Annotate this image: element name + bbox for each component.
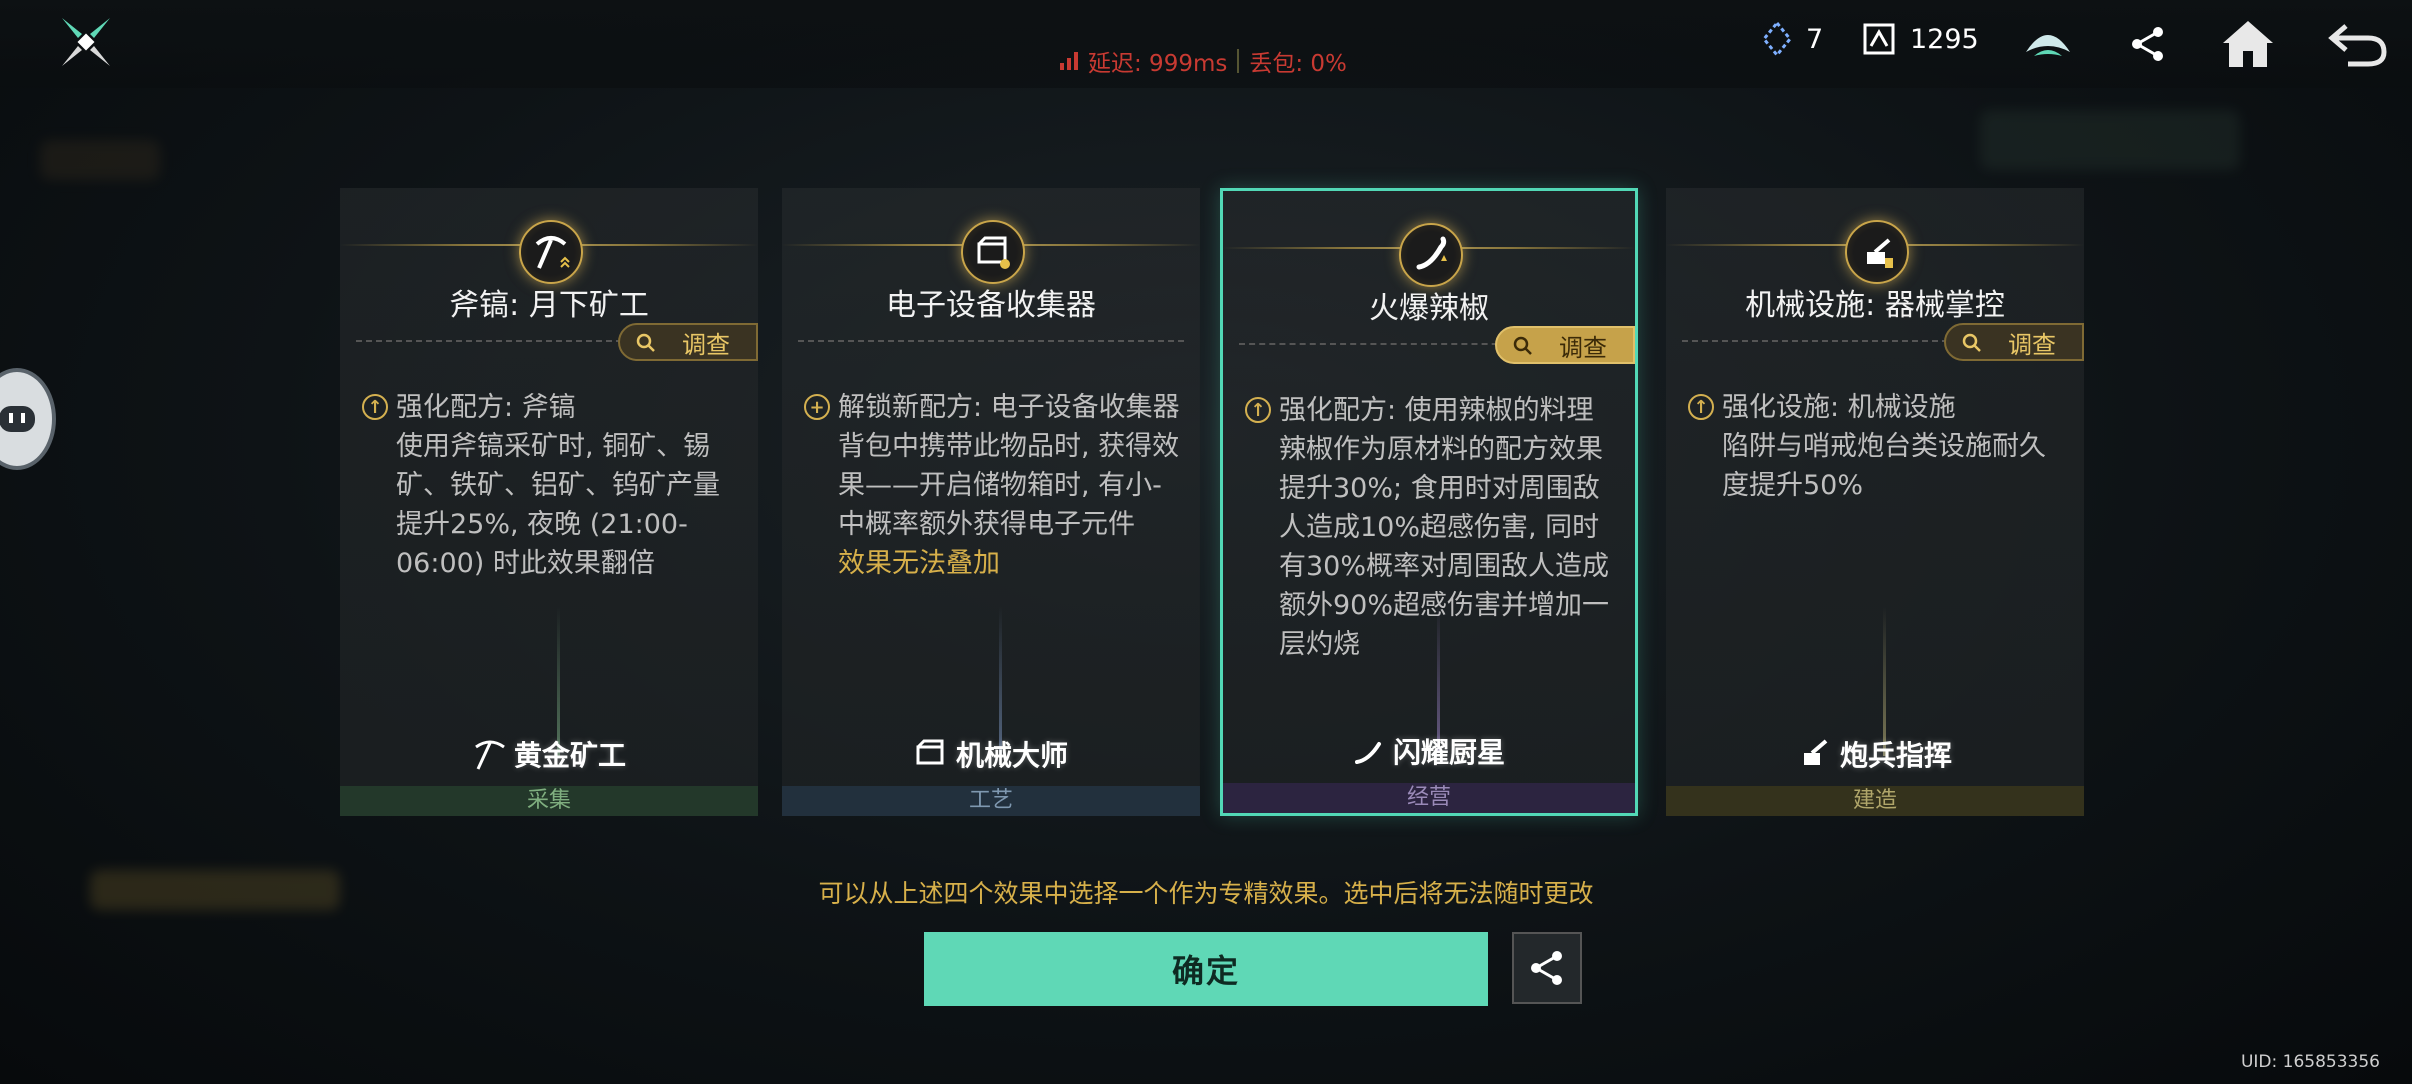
- card-description: ↑ 强化配方: 使用辣椒的料理 辣椒作为原材料的配方效果提升30%; 食用时对周围…: [1245, 391, 1621, 664]
- card-description: ↑ 强化设施: 机械设施 陷阱与哨戒炮台类设施耐久度提升50%: [1688, 388, 2070, 505]
- inspect-button[interactable]: 调查: [618, 323, 758, 361]
- upgrade-icon: ↑: [362, 394, 388, 420]
- crystal-resource: 7: [1762, 22, 1823, 56]
- home-icon[interactable]: [2218, 14, 2278, 74]
- floating-assistant-button[interactable]: [0, 368, 56, 470]
- unlock-plus-icon: +: [804, 394, 830, 420]
- effect-heading: 强化设施: 机械设施: [1722, 392, 1956, 423]
- specialty-card-mining[interactable]: 斧镐: 月下矿工 调查 ↑ 强化配方: 斧镐 使用斧镐采矿时, 铜矿、锡矿、铁矿、…: [340, 188, 758, 816]
- currency-icon: [1863, 23, 1895, 55]
- badge-label: 黄金矿工: [513, 739, 626, 772]
- effect-heading: 强化配方: 斧镐: [396, 392, 576, 423]
- search-icon: [1962, 333, 1981, 352]
- effect-heading: 解锁新配方: 电子设备收集器: [838, 392, 1180, 423]
- crystal-count: 7: [1806, 23, 1824, 55]
- inspect-label: 调查: [1559, 333, 1607, 362]
- title-badge: 机械大师: [782, 734, 1200, 774]
- badge-label: 机械大师: [955, 739, 1068, 772]
- category-label: 工艺: [782, 786, 1200, 816]
- card-title: 斧镐: 月下矿工: [449, 288, 649, 323]
- chili-pepper-icon: [1399, 223, 1463, 287]
- back-icon[interactable]: [2328, 14, 2388, 74]
- search-icon: [636, 333, 655, 352]
- specialty-card-building[interactable]: 机械设施: 器械掌控 调查 ↑ 强化设施: 机械设施 陷阱与哨戒炮台类设施耐久度提…: [1666, 188, 2084, 816]
- divider: [1237, 49, 1240, 73]
- card-title: 火爆辣椒: [1369, 291, 1489, 326]
- signal-icon: [1060, 52, 1078, 70]
- pickaxe-icon: [519, 220, 583, 284]
- inspect-button[interactable]: 调查: [1944, 323, 2084, 361]
- share-button[interactable]: [1512, 932, 1582, 1004]
- inspect-button[interactable]: 调查: [1495, 326, 1635, 364]
- turret-badge-icon: [1803, 739, 1828, 765]
- effect-warning: 效果无法叠加: [838, 548, 1000, 579]
- effect-text: 陷阱与哨戒炮台类设施耐久度提升50%: [1722, 431, 2046, 501]
- title-badge: 闪耀厨星: [1223, 731, 1635, 771]
- confirm-button[interactable]: 确定: [924, 932, 1488, 1006]
- effect-text: 辣椒作为原材料的配方效果提升30%; 食用时对周围敌人造成10%超感伤害, 同时…: [1279, 434, 1610, 660]
- pickaxe-badge-icon: [475, 740, 505, 770]
- badge-label: 闪耀厨星: [1392, 736, 1505, 769]
- share-icon: [1531, 951, 1562, 985]
- inspect-label: 调查: [682, 330, 730, 359]
- card-title: 电子设备收集器: [886, 288, 1096, 323]
- game-logo-icon[interactable]: [58, 14, 114, 70]
- latency-text: 延迟: 999ms: [1088, 51, 1228, 77]
- crystal-icon: [1762, 22, 1792, 56]
- device-collector-icon: [961, 220, 1025, 284]
- effect-text: 背包中携带此物品时, 获得效果——开启储物箱时, 有小-中概率额外获得电子元件: [838, 431, 1180, 540]
- emblem-icon[interactable]: [2018, 14, 2078, 74]
- device-badge-icon: [916, 739, 944, 765]
- top-bar: 延迟: 999ms 丢包: 0% 7 1295: [0, 0, 2412, 88]
- packet-loss-text: 丢包: 0%: [1249, 51, 1347, 77]
- currency-resource: 1295: [1862, 22, 1979, 56]
- background-blur: [1980, 110, 2240, 170]
- card-description: ↑ 强化配方: 斧镐 使用斧镐采矿时, 铜矿、锡矿、铁矿、铝矿、钨矿产量提升25%…: [362, 388, 744, 583]
- user-id: UID: 165853356: [2240, 1052, 2380, 1072]
- divider: [798, 340, 1184, 342]
- specialty-card-cooking[interactable]: 火爆辣椒 调查 ↑ 强化配方: 使用辣椒的料理 辣椒作为原材料的配方效果提升30%…: [1220, 188, 1638, 816]
- effect-text: 使用斧镐采矿时, 铜矿、锡矿、铁矿、铝矿、钨矿产量提升25%, 夜晚 (21:0…: [396, 431, 720, 579]
- assistant-face-icon: [0, 406, 35, 432]
- network-status: 延迟: 999ms 丢包: 0%: [1060, 44, 1347, 78]
- category-label: 经营: [1223, 783, 1635, 813]
- card-description: + 解锁新配方: 电子设备收集器 背包中携带此物品时, 获得效果——开启储物箱时,…: [804, 388, 1186, 583]
- upgrade-icon: ↑: [1245, 397, 1271, 423]
- background-blur: [40, 140, 160, 180]
- card-title: 机械设施: 器械掌控: [1745, 288, 2005, 323]
- upgrade-icon: ↑: [1688, 394, 1714, 420]
- chili-badge-icon: [1354, 742, 1381, 764]
- category-label: 建造: [1666, 786, 2084, 816]
- category-label: 采集: [340, 786, 758, 816]
- badge-label: 炮兵指挥: [1839, 739, 1952, 772]
- search-icon: [1513, 336, 1532, 355]
- share-icon[interactable]: [2118, 14, 2178, 74]
- currency-count: 1295: [1910, 23, 1979, 55]
- turret-icon: [1845, 220, 1909, 284]
- title-badge: 炮兵指挥: [1666, 734, 2084, 774]
- inspect-label: 调查: [2008, 330, 2056, 359]
- effect-heading: 强化配方: 使用辣椒的料理: [1279, 395, 1594, 426]
- specialty-card-crafting[interactable]: 电子设备收集器 + 解锁新配方: 电子设备收集器 背包中携带此物品时, 获得效果—…: [782, 188, 1200, 816]
- selection-hint: 可以从上述四个效果中选择一个作为专精效果。选中后将无法随时更改: [818, 879, 1594, 908]
- title-badge: 黄金矿工: [340, 734, 758, 774]
